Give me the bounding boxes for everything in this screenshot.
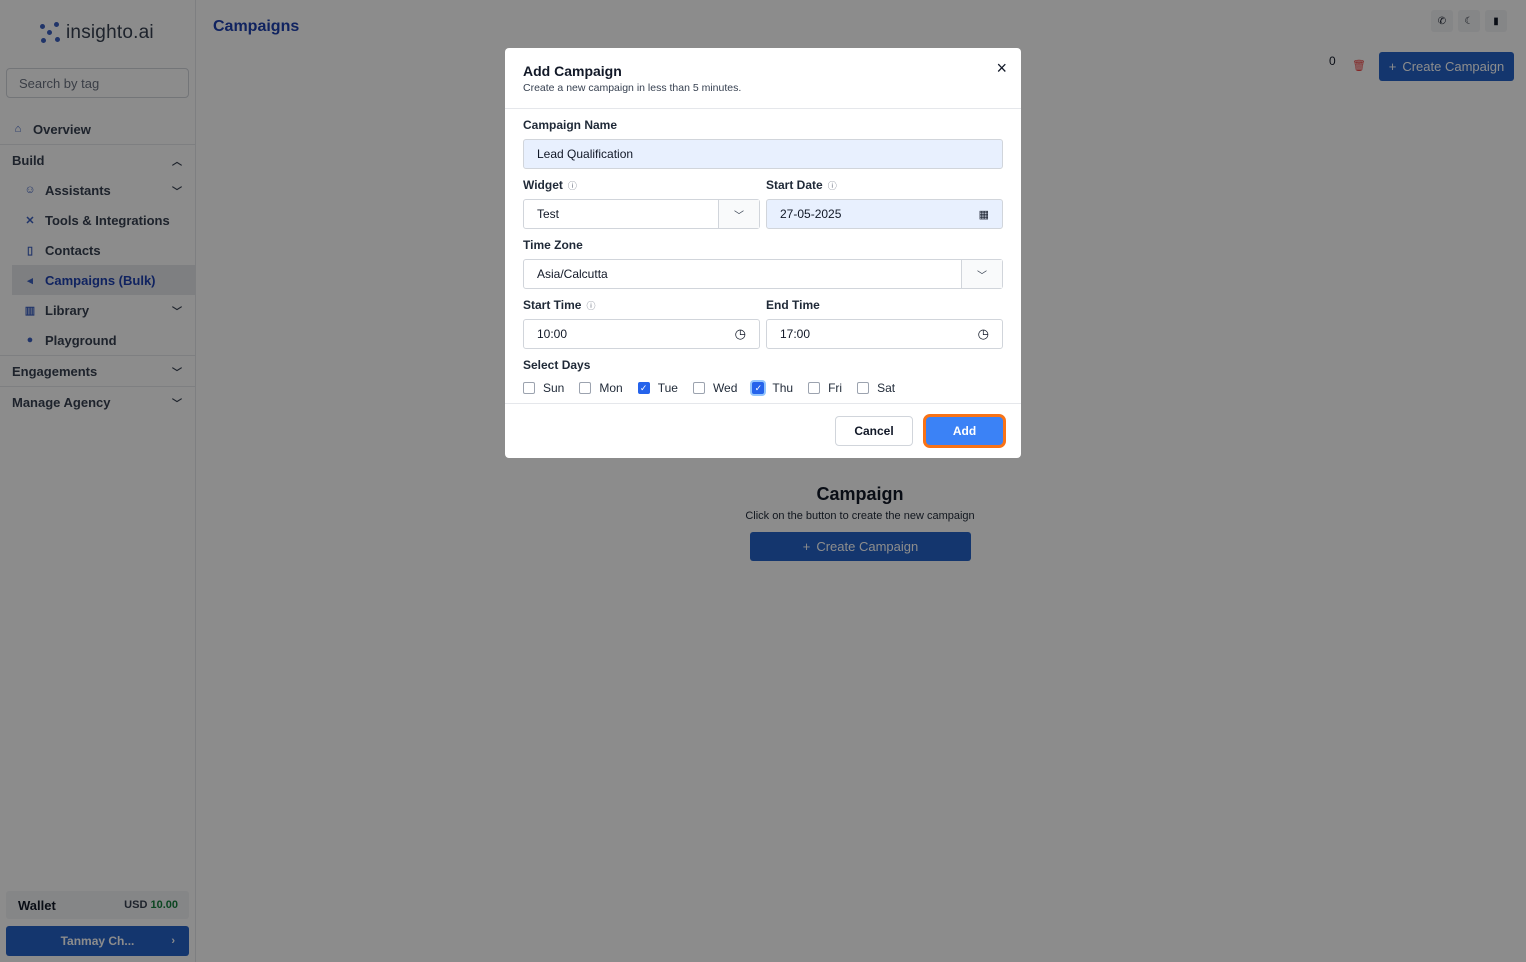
- select-days-label: Select Days: [523, 358, 591, 372]
- time-zone-select[interactable]: Asia/Calcutta ﹀: [523, 259, 1003, 289]
- day-label: Wed: [712, 381, 738, 395]
- day-label: Fri: [828, 381, 843, 395]
- checkbox[interactable]: [808, 382, 821, 394]
- dialog-title: Add Campaign: [523, 63, 622, 79]
- info-icon[interactable]: ⓘ: [568, 181, 577, 191]
- start-date-value: 27-05-2025: [780, 207, 842, 221]
- widget-value: Test: [537, 207, 560, 221]
- add-campaign-dialog: Add Campaign Create a new campaign in le…: [505, 48, 1021, 458]
- start-date-field[interactable]: 27-05-2025 ▦: [766, 199, 1003, 229]
- checkbox[interactable]: [857, 382, 870, 394]
- campaign-name-label: Campaign Name: [523, 118, 618, 132]
- dialog-header: Add Campaign Create a new campaign in le…: [505, 48, 1021, 109]
- checkbox-checked[interactable]: ✓: [752, 382, 765, 394]
- day-mon[interactable]: Mon: [579, 381, 623, 395]
- widget-label: Widget ⓘ: [523, 178, 577, 192]
- day-thu[interactable]: ✓ Thu: [752, 381, 793, 395]
- day-wed[interactable]: Wed: [692, 381, 738, 395]
- cancel-button[interactable]: Cancel: [835, 416, 913, 446]
- end-time-label: End Time: [766, 298, 820, 312]
- checkbox[interactable]: [579, 382, 592, 394]
- time-zone-value: Asia/Calcutta: [537, 267, 608, 281]
- day-label: Tue: [657, 381, 678, 395]
- day-tue[interactable]: ✓ Tue: [637, 381, 678, 395]
- start-date-label: Start Date ⓘ: [766, 178, 837, 192]
- day-label: Sun: [543, 381, 565, 395]
- clock-icon[interactable]: ◷: [735, 326, 746, 342]
- calendar-icon[interactable]: ▦: [979, 208, 989, 221]
- dialog-subtitle: Create a new campaign in less than 5 min…: [523, 82, 742, 94]
- day-label: Sat: [877, 381, 896, 395]
- day-label: Mon: [599, 381, 623, 395]
- clock-icon[interactable]: ◷: [978, 326, 989, 342]
- info-icon[interactable]: ⓘ: [828, 181, 837, 191]
- add-button[interactable]: Add: [923, 414, 1006, 448]
- info-icon[interactable]: ⓘ: [586, 301, 595, 311]
- chevron-down-icon[interactable]: ﹀: [961, 260, 1002, 288]
- start-time-value: 10:00: [537, 327, 568, 341]
- end-time-field[interactable]: 17:00 ◷: [766, 319, 1003, 349]
- checkbox[interactable]: [692, 382, 705, 394]
- widget-label-text: Widget: [523, 178, 563, 192]
- campaign-name-field[interactable]: Lead Qualification: [523, 139, 1003, 169]
- time-zone-label: Time Zone: [523, 238, 583, 252]
- checkbox[interactable]: [523, 382, 535, 394]
- chevron-down-icon[interactable]: ﹀: [718, 200, 759, 228]
- dialog-footer: Cancel Add: [505, 403, 1021, 458]
- end-time-value: 17:00: [780, 327, 811, 341]
- checkbox-checked[interactable]: ✓: [637, 382, 650, 394]
- days-group: Sun Mon ✓ Tue Wed ✓ Thu Fri Sat: [523, 381, 910, 395]
- start-time-label-text: Start Time: [523, 298, 582, 312]
- day-label: Thu: [772, 381, 794, 395]
- day-sun[interactable]: Sun: [523, 381, 564, 395]
- campaign-name-value: Lead Qualification: [537, 147, 634, 161]
- start-date-label-text: Start Date: [766, 178, 823, 192]
- day-sat[interactable]: Sat: [857, 381, 895, 395]
- start-time-field[interactable]: 10:00 ◷: [523, 319, 760, 349]
- start-time-label: Start Time ⓘ: [523, 298, 595, 312]
- widget-select[interactable]: Test ﹀: [523, 199, 760, 229]
- close-icon[interactable]: ×: [996, 58, 1007, 79]
- day-fri[interactable]: Fri: [808, 381, 842, 395]
